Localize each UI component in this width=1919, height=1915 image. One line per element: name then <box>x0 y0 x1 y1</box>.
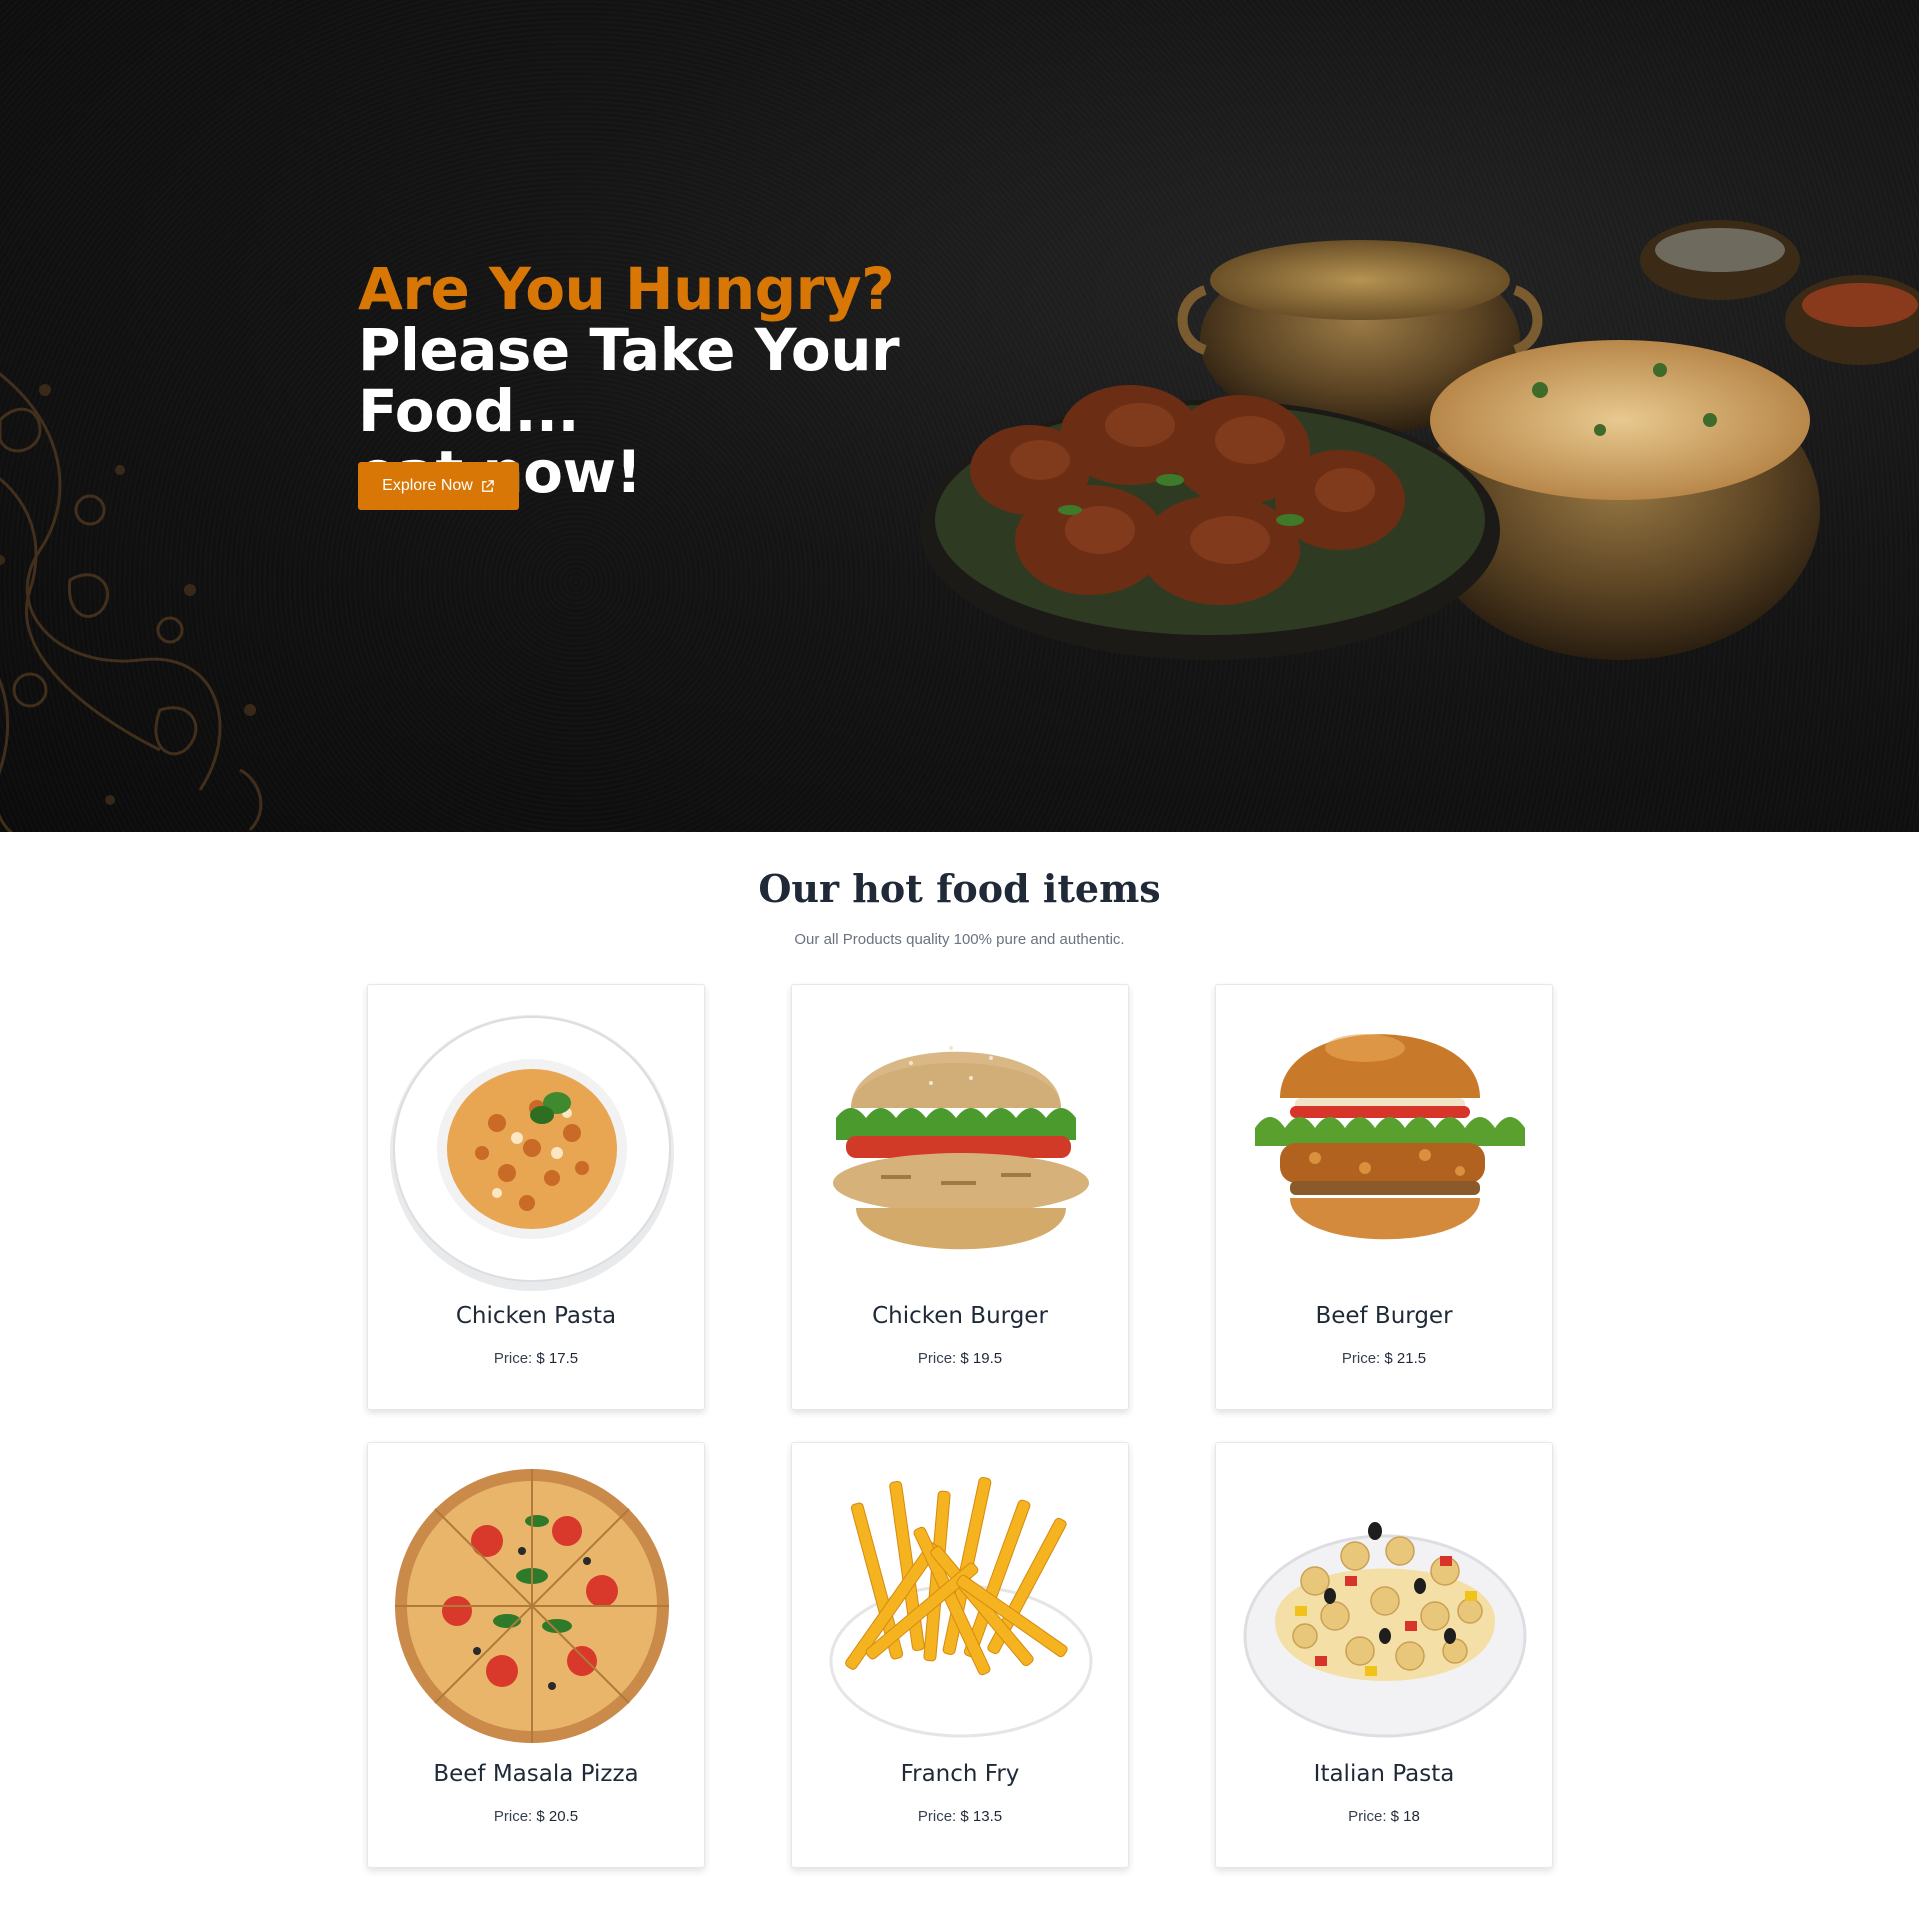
beef-burger-image <box>1255 1034 1525 1240</box>
hero-title-line1: Please Take Your Food... <box>358 316 900 445</box>
food-card[interactable]: Chicken Burger Price: $ 19.5 <box>791 984 1129 1410</box>
food-price: Price: $ 17.5 <box>368 1350 704 1367</box>
italian-pasta-image <box>1243 1522 1527 1738</box>
explore-now-button[interactable]: Explore Now <box>358 462 519 510</box>
section-title: Our hot food items <box>758 866 1161 911</box>
food-name: Beef Burger <box>1315 1303 1453 1329</box>
food-card[interactable]: Franch Fry Price: $ 13.5 <box>791 1442 1129 1868</box>
food-name: Chicken Burger <box>872 1303 1048 1329</box>
section-subtitle: Our all Products quality 100% pure and a… <box>794 931 1125 948</box>
price-label: Price: <box>493 1808 533 1825</box>
food-name: Chicken Pasta <box>455 1303 617 1329</box>
hero-banner: Are You Hungry? Please Take Your Food...… <box>0 0 1919 832</box>
chicken-burger-image <box>833 1046 1089 1250</box>
food-price: Price: $ 13.5 <box>792 1808 1128 1825</box>
price-label: Price: <box>493 1350 533 1367</box>
price-value: $ 20.5 <box>536 1808 579 1825</box>
pizza-image <box>395 1469 669 1743</box>
food-card[interactable]: Chicken Pasta Price: $ 17.5 <box>367 984 705 1410</box>
price-label: Price: <box>917 1350 957 1367</box>
price-value: $ 17.5 <box>536 1350 579 1367</box>
food-card[interactable]: Beef Burger Price: $ 21.5 <box>1215 984 1553 1410</box>
food-price: Price: $ 20.5 <box>368 1808 704 1825</box>
food-items-grid: Chicken Pasta Price: $ 17.5 Chicken Burg… <box>367 984 1554 1870</box>
price-value: $ 18 <box>1390 1808 1420 1825</box>
price-value: $ 21.5 <box>1384 1350 1427 1367</box>
floral-ornament-image <box>0 372 263 832</box>
chicken-pasta-image <box>390 1015 674 1291</box>
price-label: Price: <box>917 1808 957 1825</box>
food-name: Italian Pasta <box>1313 1761 1455 1787</box>
food-card[interactable]: Beef Masala Pizza Price: $ 20.5 <box>367 1442 705 1868</box>
hero-kicker: Are You Hungry? <box>358 255 895 323</box>
price-value: $ 19.5 <box>960 1350 1003 1367</box>
food-price: Price: $ 19.5 <box>792 1350 1128 1367</box>
food-card[interactable]: Italian Pasta Price: $ 18 <box>1215 1442 1553 1868</box>
price-value: $ 13.5 <box>960 1808 1003 1825</box>
food-name: Beef Masala Pizza <box>433 1761 639 1787</box>
food-price: Price: $ 18 <box>1216 1808 1552 1825</box>
price-label: Price: <box>1348 1808 1387 1825</box>
food-price: Price: $ 21.5 <box>1216 1350 1552 1367</box>
external-link-icon <box>482 479 494 492</box>
price-label: Price: <box>1341 1350 1381 1367</box>
french-fries-image <box>829 1476 1093 1738</box>
explore-now-label: Explore Now <box>382 477 473 494</box>
food-name: Franch Fry <box>900 1761 1020 1787</box>
